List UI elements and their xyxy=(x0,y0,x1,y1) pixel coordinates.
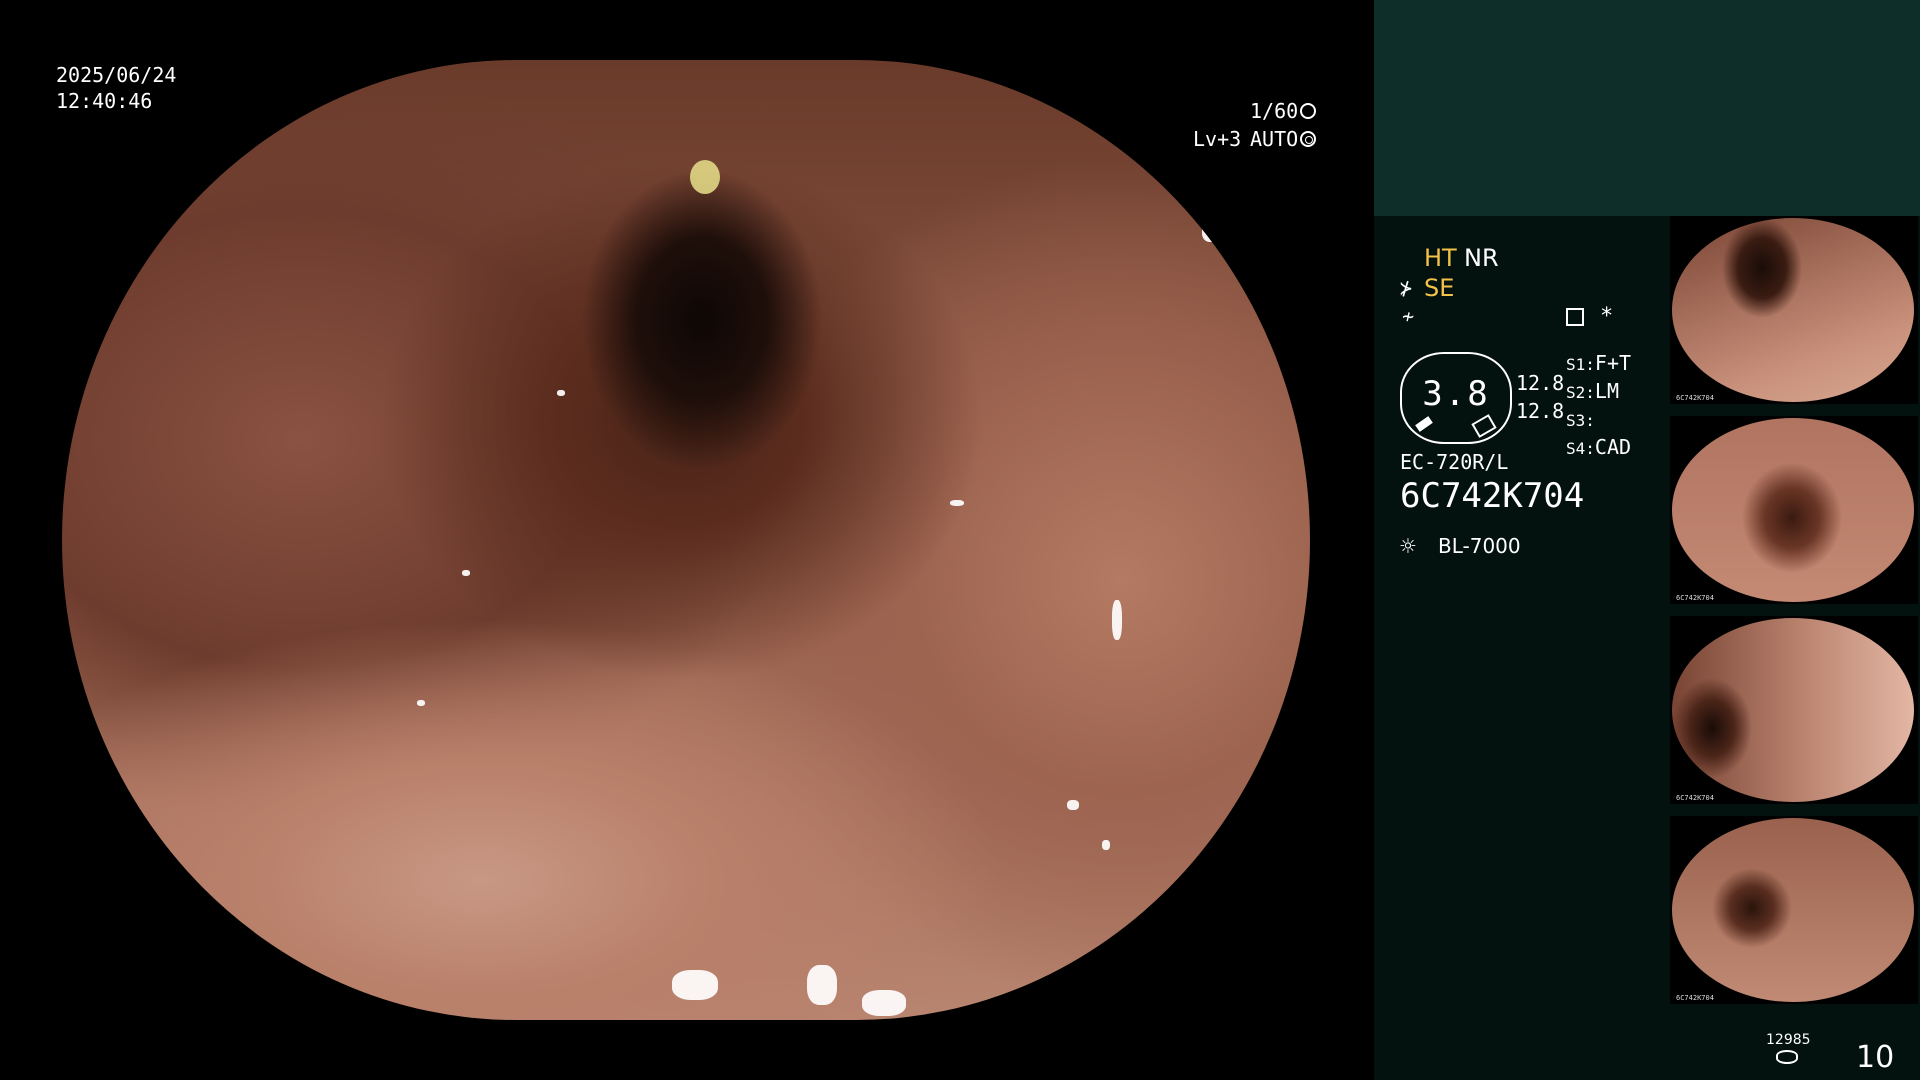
thumbnail-serial: 6C742K704 xyxy=(1676,394,1714,402)
nr-label: NR xyxy=(1464,244,1499,272)
gauge-needle-left xyxy=(1415,416,1433,432)
ht-label: HT xyxy=(1424,244,1457,272)
date-label: 2025/06/24 xyxy=(56,63,177,87)
shutter-label: 1/60 xyxy=(1250,99,1299,123)
switch-key: S2: xyxy=(1566,383,1595,402)
asterisk-icon: * xyxy=(1600,304,1614,329)
gauge-right-value-1: 12.8 xyxy=(1516,371,1565,395)
level-label: Lv+3 xyxy=(1193,127,1242,151)
thumbnail-serial: 6C742K704 xyxy=(1676,994,1714,1002)
captured-thumbnail[interactable]: 6C742K704 xyxy=(1670,416,1918,604)
se-label: SE xyxy=(1424,274,1455,302)
captured-thumbnail[interactable]: 6C742K704 xyxy=(1670,616,1918,804)
gauge-value: 3.8 xyxy=(1422,374,1490,414)
switch-row: S3: xyxy=(1566,406,1631,434)
gauge-needle-right xyxy=(1471,414,1497,438)
captured-thumbnail[interactable]: 6C742K704 xyxy=(1670,816,1918,1004)
image-count: 12985 xyxy=(1766,1032,1811,1048)
thumbnail-serial: 6C742K704 xyxy=(1676,794,1714,802)
switch-key: S1: xyxy=(1566,355,1595,374)
light-source-label: BL-7000 xyxy=(1438,534,1521,558)
switch-row: S4:CAD xyxy=(1566,434,1631,462)
enhance-icon: ⊁ xyxy=(1400,276,1413,300)
menu-icon xyxy=(1566,308,1584,326)
switch-row: S1:F+T xyxy=(1566,350,1631,378)
sun-icon: ☼ xyxy=(1400,532,1416,562)
switch-list: S1:F+T S2:LM S3: S4:CAD xyxy=(1566,350,1631,462)
switch-key: S4: xyxy=(1566,439,1595,458)
endoscope-main-view xyxy=(62,60,1310,1020)
storage-icon xyxy=(1776,1050,1798,1064)
time-label: 12:40:46 xyxy=(56,89,153,113)
panel-header-block xyxy=(1374,0,1920,216)
captured-thumbnail[interactable]: 6C742K704 xyxy=(1670,216,1918,404)
iris-label: AUTO xyxy=(1250,127,1299,151)
thumbnail-serial: 6C742K704 xyxy=(1676,594,1714,602)
structure-icon: ≁ xyxy=(1402,304,1415,328)
scope-serial: 6C742K704 xyxy=(1400,476,1585,516)
iris-icon xyxy=(1300,131,1316,147)
scope-model: EC-720R/L xyxy=(1400,450,1509,474)
switch-row: S2:LM xyxy=(1566,378,1631,406)
aperture-icon xyxy=(1300,103,1316,119)
switch-value: F+T xyxy=(1594,351,1632,375)
gauge-dial: 3.8 xyxy=(1400,352,1512,444)
switch-value: CAD xyxy=(1594,435,1632,459)
gauge-right-value-2: 12.8 xyxy=(1516,399,1565,423)
capture-count: 10 xyxy=(1856,1040,1895,1075)
switch-value: LM xyxy=(1594,379,1619,403)
switch-key: S3: xyxy=(1566,411,1595,430)
